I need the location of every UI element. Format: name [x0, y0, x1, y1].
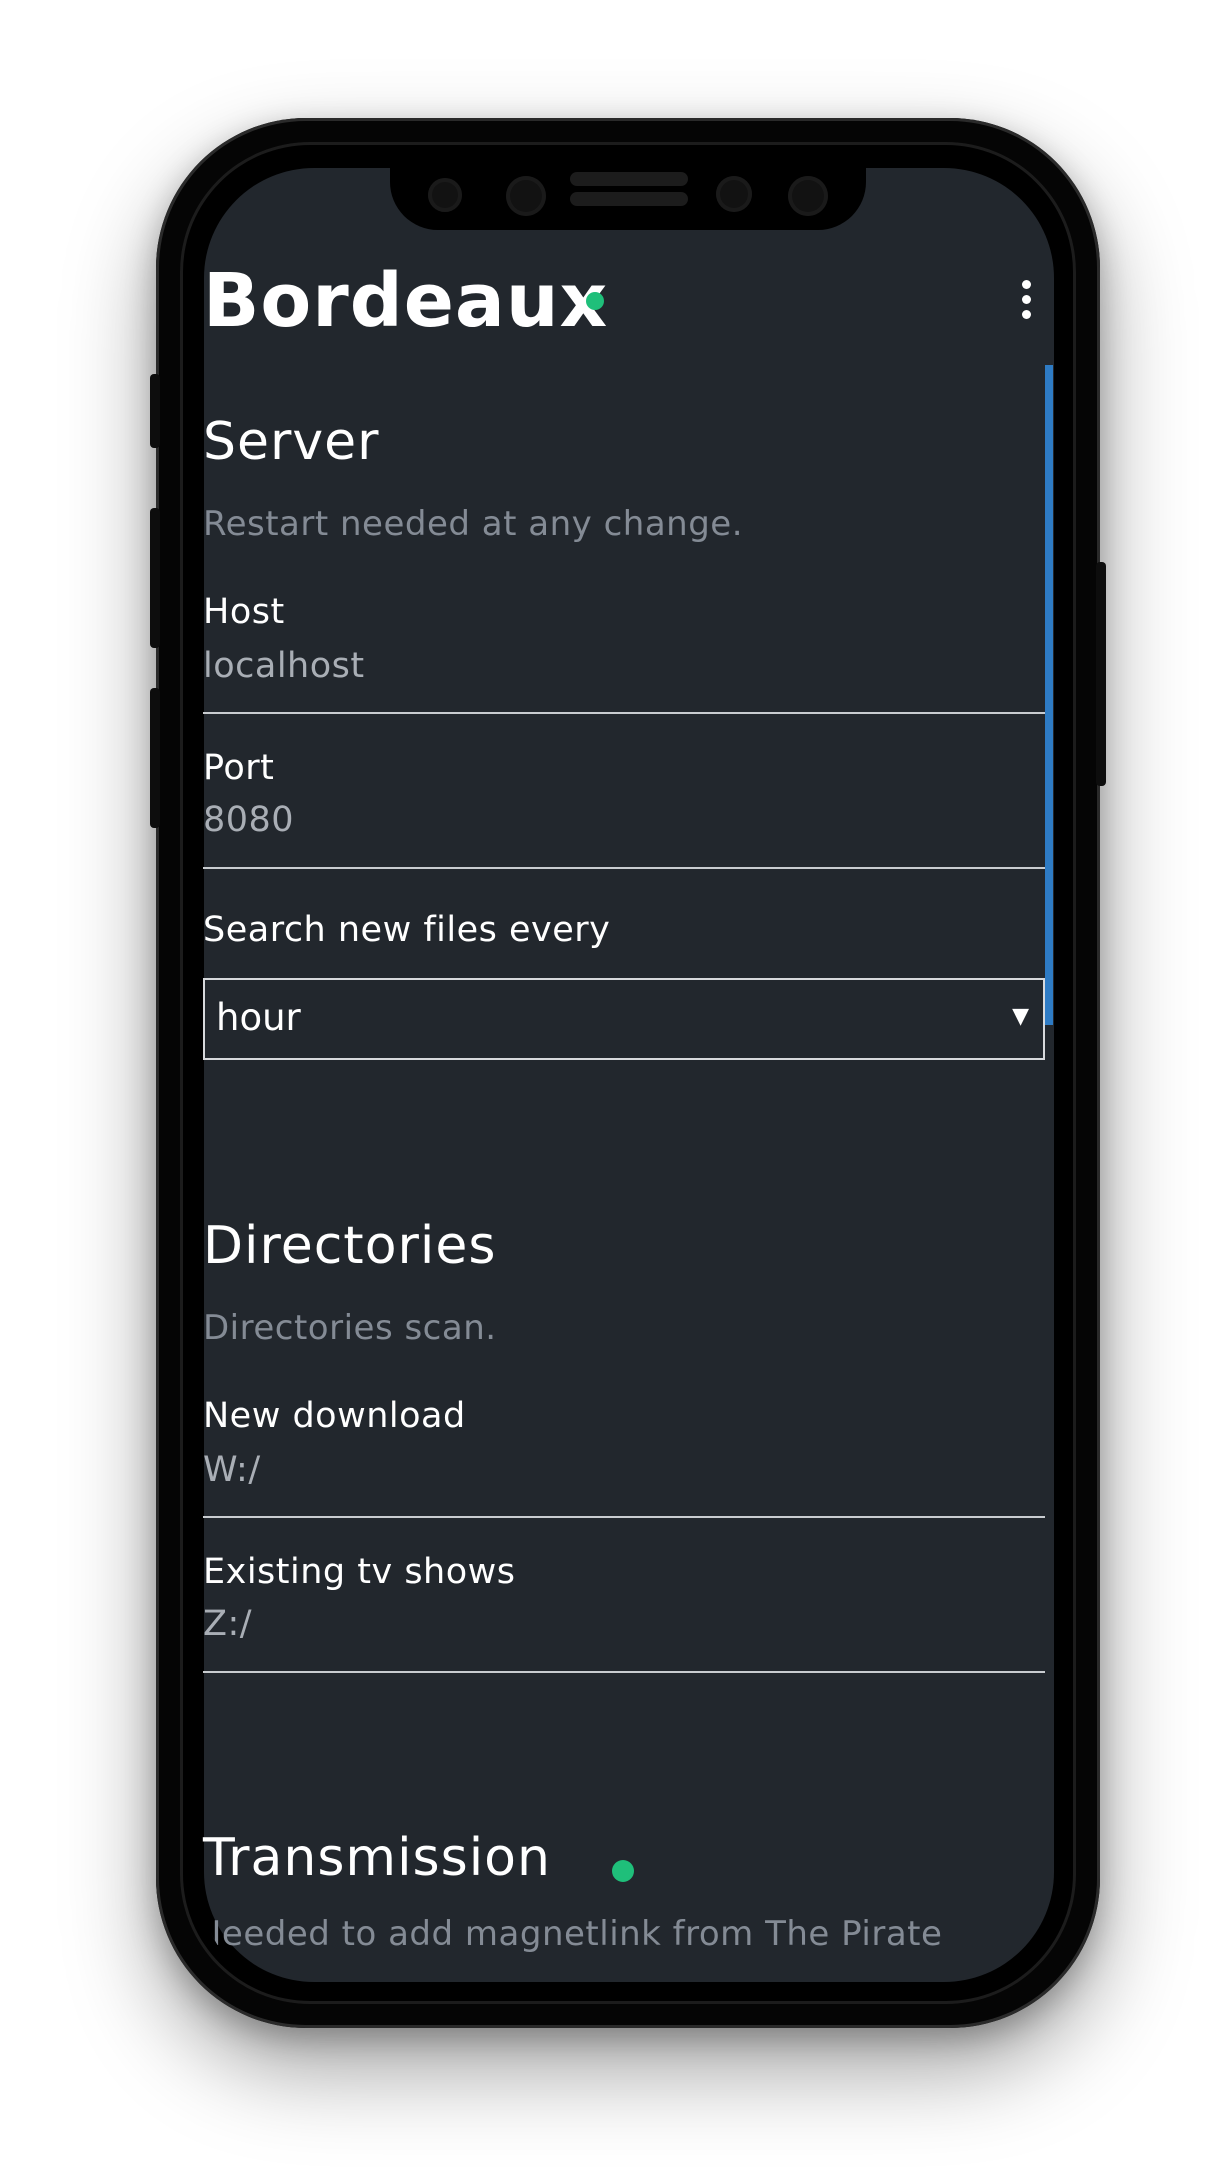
host-label: Host: [203, 592, 285, 632]
new-download-input[interactable]: W:/: [203, 1450, 261, 1490]
new-download-label: New download: [203, 1396, 466, 1436]
camera-icon: [506, 176, 546, 216]
new-download-underline: [203, 1516, 1045, 1518]
existing-tv-shows-label: Existing tv shows: [203, 1552, 516, 1592]
menu-dot: [1021, 295, 1031, 304]
port-underline: [203, 867, 1045, 869]
server-status-dot: [586, 292, 604, 310]
section-title-transmission: Transmission: [203, 1828, 551, 1888]
speaker-grille: [570, 192, 688, 206]
scrollbar[interactable]: [1045, 365, 1053, 1025]
transmission-description-clip: Needed to add magnetlink from The Pirate: [204, 1900, 1054, 1982]
existing-tv-shows-input[interactable]: Z:/: [203, 1604, 252, 1644]
volume-up-button: [150, 508, 160, 648]
sensor-icon: [716, 176, 752, 212]
section-description-directories: Directories scan.: [203, 1308, 497, 1348]
mute-switch: [150, 374, 160, 448]
port-label: Port: [203, 748, 275, 788]
dropdown-arrow-icon: ▼: [1012, 1004, 1029, 1029]
port-input[interactable]: 8080: [203, 800, 294, 840]
more-vert-icon[interactable]: [1018, 280, 1034, 324]
transmission-status-dot: [612, 1860, 634, 1882]
face-id-icon: [788, 176, 828, 216]
app-title: Bordeaux: [203, 258, 609, 344]
host-underline: [203, 712, 1045, 714]
volume-down-button: [150, 688, 160, 828]
speaker-grille: [570, 172, 688, 186]
section-description-server: Restart needed at any change.: [203, 504, 744, 544]
search-interval-value: hour: [216, 996, 301, 1039]
host-input[interactable]: localhost: [203, 646, 365, 686]
search-interval-label: Search new files every: [203, 910, 611, 950]
search-interval-select[interactable]: hour ▼: [203, 978, 1045, 1060]
power-button: [1096, 562, 1106, 786]
menu-dot: [1021, 280, 1031, 289]
notch: [390, 166, 866, 230]
menu-dot: [1021, 310, 1031, 319]
section-title-server: Server: [203, 412, 380, 472]
section-title-directories: Directories: [203, 1216, 497, 1276]
section-description-transmission: Needed to add magnetlink from The Pirate: [204, 1914, 943, 1954]
sensor-icon: [428, 178, 462, 212]
existing-tv-shows-underline: [203, 1671, 1045, 1673]
